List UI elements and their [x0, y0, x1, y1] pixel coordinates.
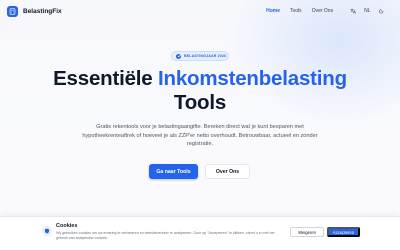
nav-links: Home Tools Over Ons	[261, 6, 338, 16]
brand-logo[interactable]: BelastingFix	[7, 5, 62, 17]
nav-link-tools[interactable]: Tools	[285, 6, 307, 16]
page-title: Essentiële Inkomstenbelasting Tools	[0, 67, 400, 115]
calculator-logo-icon	[7, 5, 18, 17]
refuse-cookies-button[interactable]: Weigeren	[290, 227, 324, 237]
cookie-title: Cookies	[56, 223, 78, 229]
title-accent: Inkomstenbelasting	[158, 67, 347, 90]
title-plain: Essentiële	[53, 67, 153, 90]
language-switcher[interactable]: NL	[360, 6, 374, 16]
about-us-button[interactable]: Over Ons	[205, 164, 250, 179]
nav-link-home[interactable]: Home	[261, 6, 285, 16]
hero-description: Gratis rekentools voor je belastingaangi…	[82, 124, 318, 148]
navbar: BelastingFix Home Tools Over Ons NL	[0, 0, 400, 22]
translate-icon[interactable]	[346, 6, 360, 16]
cookie-banner: Cookies Wij gebruiken cookies om uw erva…	[0, 216, 400, 250]
nav-link-over-ons[interactable]: Over Ons	[307, 6, 338, 16]
go-to-tools-button[interactable]: Ga naar Tools	[149, 164, 198, 179]
shield-icon	[42, 226, 52, 236]
accept-cookies-button[interactable]: Accepteren	[327, 227, 360, 237]
badge-label: BELASTINGJAAR 2026	[184, 54, 227, 58]
brand-name: BelastingFix	[23, 7, 62, 15]
moon-icon[interactable]	[375, 6, 389, 16]
tax-year-badge: BELASTINGJAAR 2026	[171, 51, 229, 61]
cookie-text: Wij gebruiken cookies om uw ervaring te …	[56, 231, 275, 240]
check-icon	[176, 53, 181, 59]
title-second-line: Tools	[173, 91, 227, 114]
nav-tools: NL	[346, 6, 388, 16]
